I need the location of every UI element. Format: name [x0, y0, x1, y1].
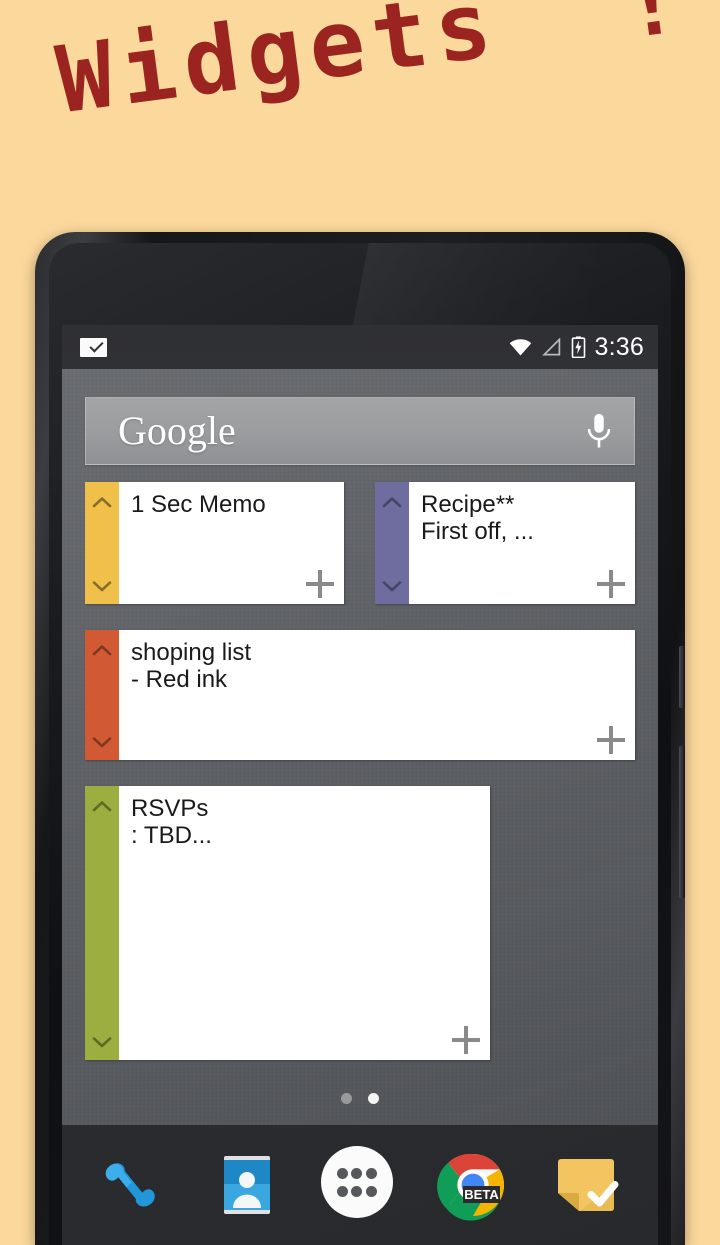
volume-button[interactable] [679, 746, 685, 898]
note-widget[interactable]: RSVPs : TBD... [85, 786, 490, 1060]
plus-icon[interactable] [306, 570, 334, 598]
plus-icon[interactable] [597, 726, 625, 754]
power-button[interactable] [679, 646, 685, 708]
note-title: Recipe** [421, 491, 515, 518]
status-notifications [80, 337, 107, 357]
note-color-bar [85, 630, 119, 760]
sticky-note-check-icon [80, 337, 107, 357]
note-title: shoping list [131, 639, 252, 666]
note-widget[interactable]: Recipe** First off, ... [375, 482, 635, 604]
note-content[interactable]: Recipe** First off, ... [409, 482, 635, 604]
google-logo: Google [118, 408, 236, 453]
note-title: 1 Sec Memo [131, 491, 266, 518]
plus-icon[interactable] [597, 570, 625, 598]
phone-screen: 3:36 Google 1 Sec Memo Recipe** First of… [62, 325, 658, 1245]
status-clock: 3:36 [594, 332, 644, 361]
chevron-down-icon[interactable] [382, 580, 402, 592]
chrome-icon[interactable]: BETA [434, 1146, 512, 1224]
page-title: Widgets ! [50, 0, 694, 135]
dock: BETA [62, 1125, 658, 1245]
plus-icon[interactable] [452, 1026, 480, 1054]
chevron-down-icon[interactable] [92, 1036, 112, 1048]
page-dot-2[interactable] [368, 1093, 379, 1104]
note-title: RSVPs [131, 795, 209, 822]
chrome-beta-badge: BETA [462, 1186, 500, 1203]
note-content[interactable]: shoping list - Red ink [119, 630, 635, 760]
page-dot-1[interactable] [341, 1093, 352, 1104]
note-subtitle: First off, ... [421, 518, 534, 546]
note-content[interactable]: RSVPs : TBD... [119, 786, 490, 1060]
sticky-note-check-icon[interactable] [547, 1146, 625, 1224]
battery-charging-icon [571, 336, 585, 358]
chevron-up-icon[interactable] [382, 496, 402, 508]
contacts-card-icon[interactable] [208, 1146, 286, 1224]
svg-text:BETA: BETA [464, 1187, 499, 1202]
note-subtitle: - Red ink [131, 666, 228, 694]
wifi-icon [509, 339, 531, 356]
note-color-bar [85, 482, 119, 604]
note-widget[interactable]: 1 Sec Memo [85, 482, 344, 604]
status-system-icons: 3:36 [508, 333, 644, 362]
status-bar: 3:36 [62, 325, 658, 369]
app-drawer-icon[interactable] [320, 1146, 399, 1224]
note-subtitle: : TBD... [131, 822, 212, 850]
page-indicator [62, 1093, 658, 1104]
google-search-widget[interactable]: Google [85, 397, 635, 465]
chevron-up-icon[interactable] [92, 644, 112, 656]
chevron-up-icon[interactable] [92, 800, 112, 812]
microphone-icon[interactable] [586, 412, 612, 450]
chevron-down-icon[interactable] [92, 736, 112, 748]
chevron-up-icon[interactable] [92, 496, 112, 508]
note-color-bar [85, 786, 119, 1060]
note-color-bar [375, 482, 409, 604]
note-content[interactable]: 1 Sec Memo [119, 482, 344, 604]
signal-triangle-icon [541, 338, 560, 356]
note-widget[interactable]: shoping list - Red ink [85, 630, 635, 760]
phone-handset-icon[interactable] [95, 1146, 173, 1224]
chevron-down-icon[interactable] [92, 580, 112, 592]
